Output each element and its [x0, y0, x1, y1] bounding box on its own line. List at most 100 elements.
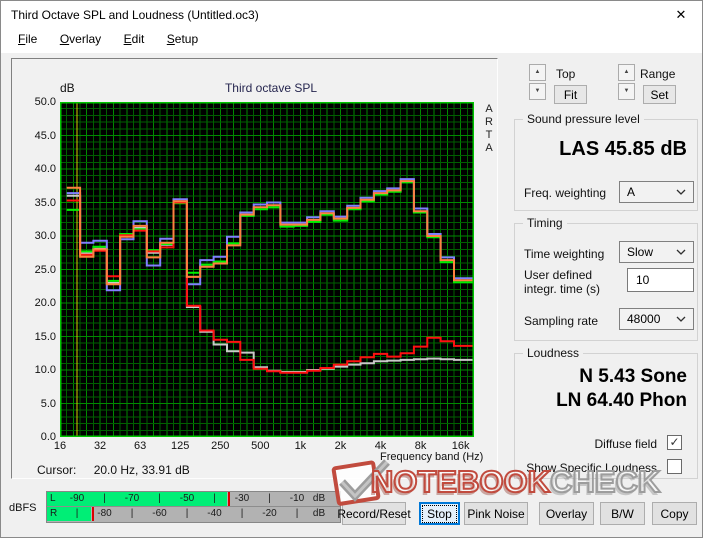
meter-scale-tick: |	[268, 493, 271, 504]
freq-weighting-value: A	[627, 185, 636, 199]
chart-title: Third octave SPL	[224, 81, 318, 95]
loudness-group-label: Loudness	[523, 346, 584, 360]
menu-setup[interactable]: Setup	[158, 28, 207, 46]
y-tick-label: 45.0	[34, 129, 56, 142]
y-tick-label: 40.0	[34, 163, 56, 175]
y-tick-label: 15.0	[34, 330, 56, 343]
meter-scale-label: -90	[69, 493, 85, 504]
y-axis-unit: dB	[60, 81, 75, 95]
x-tick-label: 16	[53, 440, 67, 452]
record-reset-button[interactable]: Record/Reset	[337, 502, 411, 525]
meter-scale-label: -30	[234, 493, 250, 504]
time-weighting-combobox[interactable]: Slow	[619, 241, 694, 263]
sampling-rate-label: Sampling rate	[524, 314, 599, 328]
meter-scale-tick: |	[295, 508, 299, 519]
dbfs-label: dBFS	[9, 502, 37, 514]
spl-group-label: Sound pressure level	[523, 112, 644, 126]
arta-side-label: ARTA	[485, 103, 493, 154]
peak-hold-marker	[92, 507, 94, 521]
meter-row-l: L -90 -70 -50 -30 -10 | | | | dB	[47, 492, 340, 507]
meter-db-unit: dB	[312, 508, 326, 519]
window-title: Third Octave SPL and Loudness (Untitled.…	[11, 8, 259, 22]
diffuse-field-checkbox[interactable]: ✓	[667, 435, 682, 450]
chevron-down-icon	[676, 249, 686, 255]
x-axis-title: Frequency band (Hz)	[380, 451, 484, 463]
overlay-button[interactable]: Overlay	[539, 502, 594, 525]
timing-groupbox: Timing Time weighting Slow User defined …	[514, 216, 698, 341]
x-tick-label: 1k	[294, 440, 307, 452]
meter-scale-label: -70	[124, 493, 140, 504]
time-weighting-value: Slow	[627, 245, 654, 259]
x-tick-label: 125	[171, 440, 190, 452]
title-bar: Third Octave SPL and Loudness (Untitled.…	[1, 1, 702, 28]
range-up-button[interactable]: ▲	[618, 64, 635, 81]
loudness-groupbox: Loudness N 5.43 Sone LN 64.40 Phon Diffu…	[514, 346, 698, 479]
chevron-down-icon	[676, 189, 686, 195]
integr-time-label-2: integr. time (s)	[524, 282, 601, 296]
y-tick-label: 10.0	[34, 364, 56, 376]
meter-scale-tick: |	[240, 508, 244, 519]
meter-scale-label: -10	[289, 493, 305, 504]
fit-button[interactable]: Fit	[554, 85, 587, 104]
meter-scale-label: -40	[207, 508, 222, 519]
meter-row-r: R -80 -60 -40 -20 | | | | | dB	[47, 507, 340, 521]
meter-scale-label: -20	[262, 508, 277, 519]
meter-scale-tick: |	[103, 493, 106, 504]
stop-button[interactable]: Stop	[419, 502, 460, 525]
y-tick-label: 30.0	[34, 230, 56, 242]
loudness-sone-value: N 5.43 Sone	[579, 366, 687, 387]
x-tick-label: 32	[93, 440, 107, 452]
x-tick-label: 500	[251, 440, 270, 452]
cursor-readout: Cursor: 20.0 Hz, 33.91 dB	[37, 463, 190, 477]
stop-button-label: Stop	[422, 504, 457, 523]
integr-time-label-1: User defined	[524, 268, 593, 282]
peak-hold-marker	[228, 492, 230, 506]
level-meters: L -90 -70 -50 -30 -10 | | | | dB R -80 -60 -40 -20 | | | | |…	[46, 491, 341, 523]
chart-panel: dB Third octave SPL 50.0 45.0 40.0 35.0 30.0…	[11, 58, 498, 479]
meter-scale-label: -60	[152, 508, 167, 519]
meter-scale-tick: |	[213, 493, 216, 504]
chevron-down-icon	[676, 316, 686, 322]
range-label: Range	[640, 67, 676, 81]
y-tick-label: 35.0	[34, 196, 56, 209]
y-tick-label: 0.0	[40, 431, 56, 443]
meter-db-unit: dB	[312, 493, 326, 504]
integr-time-input[interactable]: 10	[627, 268, 694, 292]
pink-noise-button[interactable]: Pink Noise	[464, 502, 528, 525]
spl-value: LAS 45.85 dB	[559, 138, 687, 160]
copy-button[interactable]: Copy	[652, 502, 697, 525]
freq-weighting-label: Freq. weighting	[524, 186, 607, 200]
spl-plot[interactable]	[60, 102, 474, 437]
meter-scale-tick: |	[185, 508, 189, 519]
sampling-rate-combobox[interactable]: 48000	[619, 308, 694, 330]
top-up-button[interactable]: ▲	[529, 64, 546, 81]
spl-groupbox: Sound pressure level LAS 45.85 dB Freq. …	[514, 112, 698, 211]
meter-channel-label: R	[50, 508, 58, 519]
cursor-label: Cursor:	[37, 463, 77, 477]
x-tick-label: 2k	[334, 440, 347, 452]
show-specific-loudness-checkbox[interactable]	[667, 459, 682, 474]
timing-group-label: Timing	[523, 216, 567, 230]
menu-overlay[interactable]: Overlay	[51, 28, 110, 46]
y-tick-label: 50.0	[34, 96, 56, 108]
close-icon[interactable]: ✕	[672, 6, 690, 24]
menu-edit[interactable]: Edit	[115, 28, 154, 46]
menu-file[interactable]: File	[9, 28, 46, 46]
y-tick-label: 20.0	[34, 297, 56, 309]
range-down-button[interactable]: ▼	[618, 83, 635, 100]
diffuse-field-label: Diffuse field	[594, 437, 657, 451]
meter-scale-tick: |	[130, 508, 134, 519]
loudness-phon-value: LN 64.40 Phon	[556, 390, 687, 411]
top-label: Top	[556, 67, 576, 81]
show-specific-loudness-label: Show Specific Loudness	[526, 461, 657, 475]
top-down-button[interactable]: ▼	[529, 83, 546, 100]
freq-weighting-combobox[interactable]: A	[619, 181, 694, 203]
y-tick-label: 25.0	[34, 263, 56, 276]
set-button[interactable]: Set	[643, 85, 676, 104]
meter-scale-tick: |	[75, 508, 79, 519]
x-tick-label: 250	[211, 440, 230, 452]
sampling-rate-value: 48000	[627, 312, 661, 326]
meter-scale-tick: |	[158, 493, 161, 504]
cursor-value: 20.0 Hz, 33.91 dB	[93, 463, 190, 477]
bw-button[interactable]: B/W	[600, 502, 645, 525]
